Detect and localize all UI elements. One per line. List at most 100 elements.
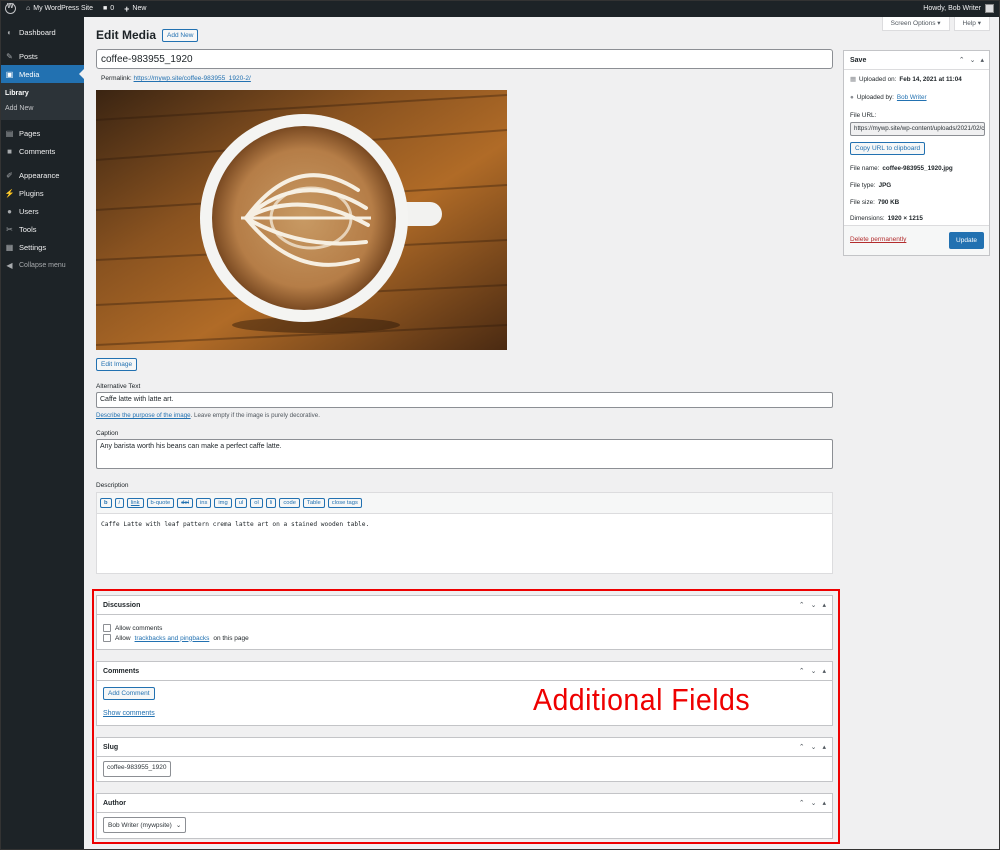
author-select[interactable]: Bob Writer (mywpsite) ⌄ [103, 817, 187, 833]
page-title: Edit Media [96, 28, 157, 42]
update-button[interactable]: Update [949, 232, 984, 249]
sidebar-item-label: Media [19, 69, 40, 79]
sidebar-item-users[interactable]: ● Users [0, 202, 84, 220]
admin-bar: ⌂ My WordPress Site ■ 0 + New Howdy, Bob… [0, 0, 1000, 17]
sidebar-item-settings[interactable]: ▦ Settings [0, 238, 84, 256]
qt-bold-button[interactable]: b [100, 498, 112, 508]
trackbacks-link[interactable]: trackbacks and pingbacks [135, 635, 210, 642]
qt-li-button[interactable]: li [265, 498, 277, 508]
qt-ol-button[interactable]: ol [250, 498, 263, 508]
move-up-icon[interactable]: ⌃ [799, 667, 805, 675]
sidebar-item-label: Settings [19, 242, 47, 252]
permalink-label: Permalink: [101, 75, 132, 82]
qt-del-button[interactable]: del [177, 498, 193, 508]
account-menu[interactable]: Howdy, Bob Writer [923, 4, 1000, 13]
slug-input[interactable]: coffee-983955_1920 [103, 761, 171, 777]
move-up-icon[interactable]: ⌃ [959, 56, 965, 64]
caption-textarea[interactable]: Any barista worth his beans can make a p… [96, 439, 833, 469]
qt-italic-button[interactable]: i [114, 498, 124, 508]
wp-logo-menu[interactable] [0, 0, 21, 17]
add-comment-button[interactable]: Add Comment [103, 687, 155, 700]
file-name-row: File name: coffee-983955_1920.jpg [850, 165, 953, 172]
delete-permanently-link[interactable]: Delete permanently [850, 236, 906, 243]
move-up-icon[interactable]: ⌃ [799, 601, 805, 609]
coffee-latte-image [96, 90, 507, 350]
sidebar-item-media[interactable]: ▣ Media [0, 65, 84, 83]
sidebar-item-posts[interactable]: ✎ Posts [0, 47, 84, 65]
brush-icon: ✐ [6, 170, 13, 180]
qt-code-button[interactable]: code [279, 498, 300, 508]
allow-comments-checkbox[interactable] [103, 624, 111, 632]
toggle-panel-icon[interactable]: ▴ [822, 799, 826, 807]
submenu-item-add-new[interactable]: Add New [0, 101, 84, 116]
submenu-item-library[interactable]: Library [0, 86, 84, 101]
description-textarea[interactable]: Caffe Latte with leaf pattern crema latt… [96, 513, 833, 574]
plug-icon: ⚡ [4, 188, 15, 198]
sidebar-item-comments[interactable]: ■ Comments [0, 142, 84, 160]
allow-pings-checkbox[interactable] [103, 634, 111, 642]
qt-ul-button[interactable]: ul [234, 498, 248, 508]
show-comments-link[interactable]: Show comments [103, 710, 155, 717]
qt-link-button[interactable]: link [126, 498, 144, 508]
copy-url-button[interactable]: Copy URL to clipboard [850, 142, 926, 155]
slug-header[interactable]: Slug ⌃ ⌄ ▴ [97, 738, 832, 757]
toggle-panel-icon[interactable]: ▴ [822, 601, 826, 609]
add-new-button[interactable]: Add New [162, 28, 199, 42]
uploaded-by-link[interactable]: Bob Writer [897, 94, 927, 101]
wordpress-logo-icon [5, 3, 16, 14]
qt-img-button[interactable]: img [214, 498, 232, 508]
move-up-icon[interactable]: ⌃ [799, 743, 805, 751]
dashboard-icon: ◐ [7, 27, 12, 37]
comments-count: 0 [110, 5, 115, 12]
sidebar-item-plugins[interactable]: ⚡ Plugins [0, 184, 84, 202]
allow-pings-row: Allow trackbacks and pingbacks on this p… [103, 634, 826, 642]
sidebar-item-dashboard[interactable]: ◐ Dashboard [0, 23, 84, 41]
annotation-label: Additional Fields [533, 682, 751, 717]
site-name-link[interactable]: ⌂ My WordPress Site [21, 0, 98, 17]
move-down-icon[interactable]: ⌄ [811, 667, 817, 675]
calendar-icon: ▦ [850, 76, 856, 83]
move-down-icon[interactable]: ⌄ [970, 56, 976, 64]
collapse-menu-button[interactable]: ◀ Collapse menu [0, 256, 84, 274]
qt-bquote-button[interactable]: b-quote [146, 498, 175, 508]
media-title-input[interactable]: coffee-983955_1920 [96, 49, 833, 69]
save-header[interactable]: Save ⌃ ⌄ ▴ [844, 51, 989, 70]
wrench-icon: ✂ [6, 224, 13, 234]
alt-text-input[interactable]: Caffe latte with latte art. [96, 392, 833, 408]
on-this-page-text: on this page [213, 634, 249, 642]
sidebar-item-tools[interactable]: ✂ Tools [0, 220, 84, 238]
file-url-input[interactable]: https://mywp.site/wp-content/uploads/202… [850, 122, 985, 136]
discussion-header[interactable]: Discussion ⌃ ⌄ ▴ [97, 596, 832, 615]
author-header[interactable]: Author ⌃ ⌄ ▴ [97, 794, 832, 813]
toggle-panel-icon[interactable]: ▴ [980, 56, 984, 64]
alt-help-text: . Leave empty if the image is purely dec… [190, 412, 320, 419]
move-down-icon[interactable]: ⌄ [811, 601, 817, 609]
alt-text-label: Alternative Text [96, 383, 141, 390]
move-up-icon[interactable]: ⌃ [799, 799, 805, 807]
qt-close-tags-button[interactable]: close tags [327, 498, 362, 508]
allow-comments-row: Allow comments [103, 624, 826, 632]
new-label: New [132, 5, 147, 12]
permalink-url-link[interactable]: https://mywp.site/coffee-983955_1920-2/ [134, 75, 251, 82]
move-down-icon[interactable]: ⌄ [811, 743, 817, 751]
metabox-title: Save [850, 56, 867, 64]
media-submenu: Library Add New [0, 83, 84, 120]
alt-help-link[interactable]: Describe the purpose of the image [96, 412, 191, 419]
author-selected-value: Bob Writer (mywpsite) [108, 821, 172, 829]
file-type-row: File type: JPG [850, 182, 892, 189]
qt-ins-button[interactable]: ins [195, 498, 212, 508]
toggle-panel-icon[interactable]: ▴ [822, 667, 826, 675]
comments-link[interactable]: ■ 0 [98, 0, 119, 17]
sidebar-item-pages[interactable]: ▤ Pages [0, 124, 84, 142]
comments-header[interactable]: Comments ⌃ ⌄ ▴ [97, 662, 832, 681]
sidebar-item-appearance[interactable]: ✐ Appearance [0, 166, 84, 184]
sidebar-item-label: Posts [19, 51, 38, 61]
sidebar-item-label: Comments [19, 146, 56, 156]
metabox-title: Author [103, 799, 126, 807]
edit-image-button[interactable]: Edit Image [96, 358, 138, 371]
move-down-icon[interactable]: ⌄ [811, 799, 817, 807]
sidebar-item-label: Appearance [19, 170, 60, 180]
new-content-menu[interactable]: + New [119, 0, 151, 17]
qt-table-button[interactable]: Table [302, 498, 325, 508]
toggle-panel-icon[interactable]: ▴ [822, 743, 826, 751]
